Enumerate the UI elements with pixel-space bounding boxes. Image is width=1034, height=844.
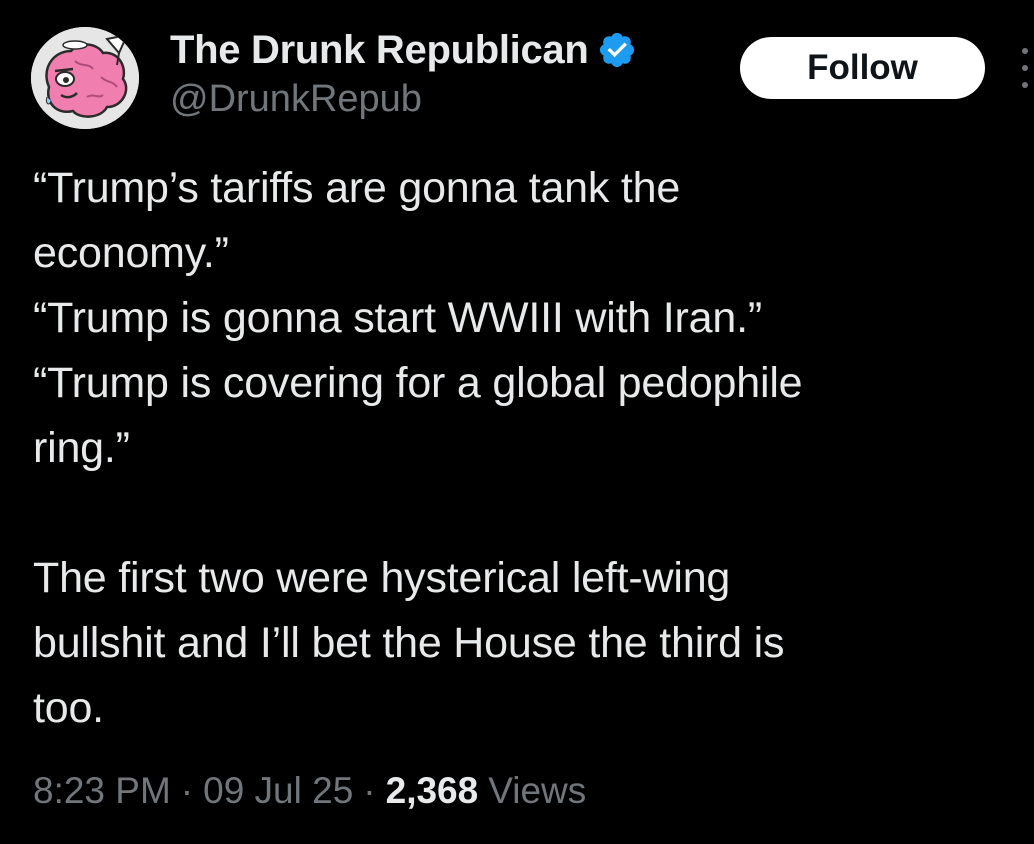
separator: · bbox=[180, 770, 194, 811]
tweet-date[interactable]: 09 Jul 25 bbox=[203, 770, 353, 812]
tweet-text: “Trump’s tariffs are gonna tank the econ… bbox=[33, 164, 803, 732]
views-count[interactable]: 2,368 bbox=[386, 770, 479, 812]
dot bbox=[1022, 65, 1028, 71]
pink-brain-mascot-icon bbox=[31, 27, 139, 129]
author-name-row: The Drunk Republican bbox=[170, 28, 637, 72]
more-dots-icon[interactable] bbox=[1019, 48, 1031, 88]
author-display-name[interactable]: The Drunk Republican bbox=[170, 28, 589, 73]
separator: · bbox=[363, 770, 376, 811]
dot bbox=[1022, 82, 1028, 88]
author-handle[interactable]: @DrunkRepub bbox=[170, 78, 422, 121]
tweet-meta: 8:23 PM · 09 Jul 25 · 2,368 Views bbox=[33, 770, 586, 812]
follow-button[interactable]: Follow bbox=[740, 37, 985, 99]
avatar[interactable] bbox=[31, 27, 139, 129]
tweet-card: The Drunk Republican @DrunkRepub Follow … bbox=[0, 0, 1034, 844]
dot bbox=[1022, 48, 1028, 54]
views-label: Views bbox=[488, 770, 587, 811]
verified-badge-icon[interactable] bbox=[597, 30, 637, 70]
tweet-time[interactable]: 8:23 PM bbox=[33, 770, 171, 812]
